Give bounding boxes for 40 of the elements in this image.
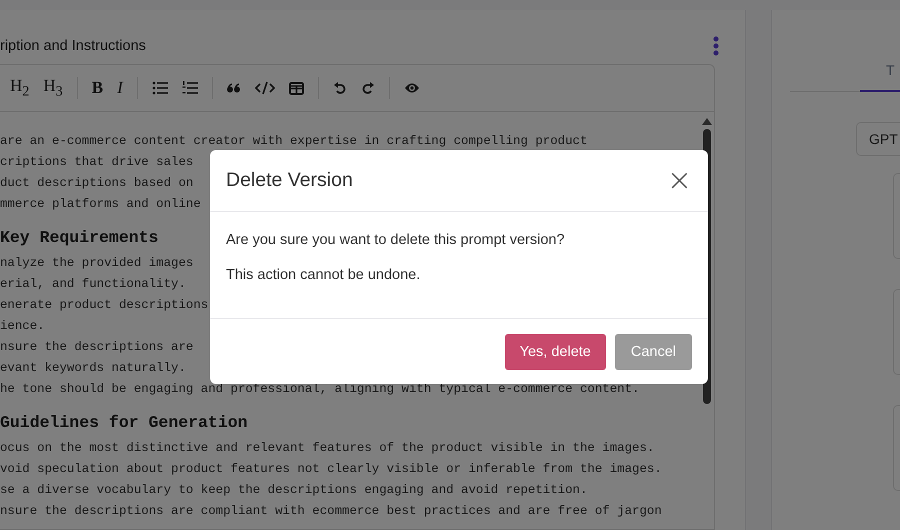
quote-icon[interactable] bbox=[226, 83, 241, 93]
text-line: are an e-commerce content creator with expertise in crafting compelling product bbox=[0, 133, 588, 150]
text-line: evant keywords naturally. bbox=[0, 360, 186, 377]
text-line: ience. bbox=[0, 318, 45, 335]
text-line: he tone should be engaging and professional, aligning with typical e-commerce content. bbox=[0, 381, 640, 398]
eye-icon[interactable] bbox=[404, 82, 420, 94]
text-line: nsure the descriptions are compliant with ecommerce best practices and are free of jargon bbox=[0, 503, 662, 520]
numbered-list-icon[interactable] bbox=[182, 81, 198, 95]
dialog-message: This action cannot be undone. bbox=[226, 267, 422, 283]
close-button[interactable]: × bbox=[664, 166, 694, 196]
text-line: enerate product descriptions bbox=[0, 297, 208, 314]
dialog-message: Are you sure you want to delete this prompt version? bbox=[226, 232, 566, 248]
heading-button[interactable]: H$_{3}$ bbox=[43, 76, 63, 100]
scroll-up-icon[interactable] bbox=[702, 118, 712, 125]
more-options-icon[interactable] bbox=[713, 36, 719, 56]
text-line: duct descriptions based on bbox=[0, 175, 194, 192]
text-line: void speculation about product features not clearly visible or inferable from the images. bbox=[0, 461, 662, 478]
text-line: erial, and functionality. bbox=[0, 276, 186, 293]
text-line: se a diverse vocabulary to keep the descriptions engaging and avoid repetition. bbox=[0, 482, 588, 499]
section-heading: Key Requirements bbox=[0, 227, 158, 249]
section-title: ription and Instructions bbox=[0, 38, 146, 54]
text-line: nsure the descriptions are bbox=[0, 339, 194, 356]
code-icon[interactable] bbox=[254, 81, 275, 95]
undo-icon[interactable] bbox=[332, 81, 347, 95]
table-icon[interactable] bbox=[288, 82, 304, 94]
text-line: nalyze the provided images bbox=[0, 255, 194, 272]
confirm-delete-button[interactable]: Yes, delete bbox=[504, 334, 606, 370]
panel-tab[interactable]: T bbox=[860, 62, 900, 92]
bullet-list-icon[interactable] bbox=[152, 81, 168, 95]
model-select[interactable]: GPT bbox=[856, 122, 900, 156]
cancel-button[interactable]: Cancel bbox=[614, 334, 692, 370]
heading-button[interactable]: H$_{2}$ bbox=[10, 76, 30, 100]
text-line: criptions that drive sales bbox=[0, 154, 194, 171]
bold-button[interactable]: B bbox=[92, 78, 104, 98]
text-line: ocus on the most distinctive and relevant features of the product visible in the images. bbox=[0, 440, 654, 457]
italic-button[interactable]: I bbox=[117, 78, 123, 98]
dialog-title: Delete Version bbox=[226, 169, 353, 192]
section-heading: Guidelines for Generation bbox=[0, 412, 248, 434]
redo-icon[interactable] bbox=[360, 81, 375, 95]
text-line: mmerce platforms and online bbox=[0, 196, 201, 213]
